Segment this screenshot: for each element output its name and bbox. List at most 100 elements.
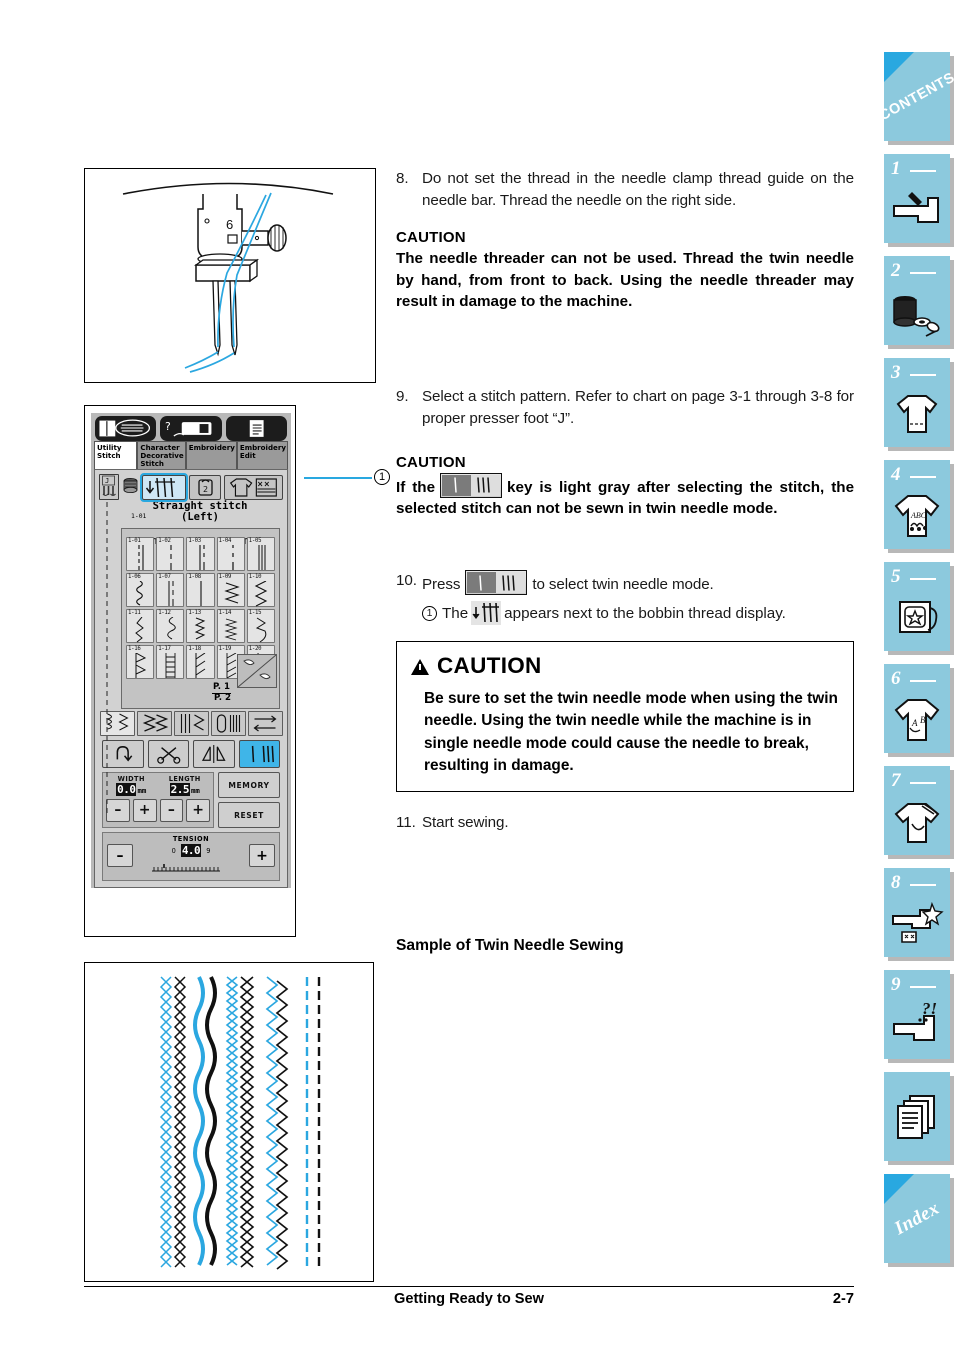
twin-needle-mode-indicator[interactable] <box>140 472 188 502</box>
category-utility-stitch[interactable] <box>100 711 135 737</box>
tab-dash <box>910 578 936 581</box>
stitch-cell-label: 1-15 <box>248 609 262 616</box>
sidebar-tab-8[interactable]: 8 <box>884 868 950 957</box>
tension-plus-button[interactable]: + <box>249 844 275 868</box>
next-page-button[interactable] <box>237 654 277 689</box>
sidebar-tab-3[interactable]: 3 <box>884 358 950 447</box>
stitch-cell[interactable]: 1-06 <box>126 572 155 607</box>
stitch-cell[interactable]: 1-03 <box>186 536 215 571</box>
stitch-glyph <box>199 544 205 570</box>
stitch-cell[interactable]: 1-08 <box>186 572 215 607</box>
width-value-row: 0.0 mm <box>106 783 157 797</box>
lock-key-button[interactable]: 2 <box>189 474 221 500</box>
sidebar-tab-9[interactable]: 9 ?! <box>884 970 950 1059</box>
twin-needle-mode-icon <box>471 601 502 626</box>
garment-preview-button[interactable] <box>224 474 283 500</box>
stitch-cell[interactable]: 1-11 <box>126 608 155 643</box>
stitch-glyph <box>195 617 206 640</box>
stitch-cell-label: 1-14 <box>218 609 232 616</box>
lcd-panel-figure: ? Utility Stitch Character Decorative St… <box>84 405 296 937</box>
stitch-glyph <box>200 580 202 606</box>
reset-button[interactable]: RESET <box>218 802 280 829</box>
sidebar-tab-5[interactable]: 5 <box>884 562 950 651</box>
category-feed[interactable] <box>248 711 283 737</box>
sample-stitch-5 <box>305 977 321 1269</box>
step-8-text: Do not set the thread in the needle clam… <box>422 170 854 210</box>
sidebar-tab-7[interactable]: 7 <box>884 766 950 855</box>
step-10-text-before: Press <box>422 576 461 594</box>
presser-foot-j-icon: J <box>99 474 119 500</box>
manual-book-icon[interactable] <box>95 416 157 441</box>
machine-clean-icon <box>888 892 946 954</box>
caution-8-heading: CAUTION <box>396 229 466 247</box>
tension-value: 4.0 <box>180 844 202 858</box>
stitch-name-line2: (Left) <box>181 511 219 524</box>
step-9-number: 9. <box>396 387 409 405</box>
callout-circle-1: 1 <box>374 469 390 485</box>
stitch-cell[interactable]: 1-16 <box>126 644 155 679</box>
sidebar-tab-contents[interactable]: CONTENTS <box>876 52 954 141</box>
tab-dash <box>910 170 936 173</box>
sidebar-tab-index[interactable]: Index <box>884 1174 950 1263</box>
category-satin[interactable] <box>174 711 209 737</box>
sidebar-tab-appendix[interactable] <box>884 1072 950 1161</box>
stitch-cell[interactable]: 1-13 <box>186 608 215 643</box>
tab-embroidery-edit[interactable]: Embroidery Edit <box>236 441 288 469</box>
stitch-cell[interactable]: 1-18 <box>186 644 215 679</box>
stitch-cell[interactable]: 1-10 <box>246 572 275 607</box>
spiral-binding <box>126 530 275 544</box>
stitch-cell[interactable]: 1-15 <box>246 608 275 643</box>
warning-triangle-icon <box>411 659 429 676</box>
step-10-substep: 1 The appears next to the bobbin thread … <box>396 601 854 626</box>
stitch-cell-label: 1-10 <box>248 573 262 580</box>
category-decorative[interactable] <box>137 711 172 737</box>
tension-minus-button[interactable]: – <box>107 844 133 868</box>
stitch-cell[interactable]: 1-04 <box>216 536 245 571</box>
stitch-cell[interactable]: 1-12 <box>156 608 185 643</box>
category-buttonhole[interactable] <box>211 711 246 737</box>
stitch-name-line1: Straight stitch <box>152 500 248 512</box>
lcd-tool-row <box>102 740 280 769</box>
thread-cutter-button[interactable] <box>147 740 189 769</box>
tab-embroidery[interactable]: Embroidery <box>185 441 237 469</box>
stitch-cell-label: 1-16 <box>128 645 141 652</box>
machine-help-icon[interactable]: ? <box>160 416 222 441</box>
sample-section-heading: Sample of Twin Needle Sewing <box>396 937 624 955</box>
caution-box-title: CAUTION <box>437 653 542 679</box>
stitch-cell[interactable]: 1-01 <box>126 536 155 571</box>
step-11: 11. Start sewing. <box>396 812 854 834</box>
svg-text:B: B <box>920 715 926 725</box>
stitch-cell-label: 1-01 <box>128 537 141 544</box>
width-plus-button[interactable]: + <box>132 798 157 822</box>
stitch-cell[interactable]: 1-17 <box>156 644 185 679</box>
sidebar-tab-2[interactable]: 2 <box>884 256 950 345</box>
sidebar-tab-4[interactable]: 4 ABC <box>884 460 950 549</box>
bobbin-thread-icon <box>122 476 139 498</box>
stitch-cell[interactable]: 1-07 <box>156 572 185 607</box>
stitch-glyph <box>136 580 143 606</box>
settings-list-icon[interactable] <box>225 416 287 441</box>
sidebar-tab-6[interactable]: 6 A B <box>884 664 950 753</box>
shirt-stitch-icon <box>888 382 946 444</box>
length-plus-button[interactable]: + <box>186 798 210 822</box>
width-minus-button[interactable]: – <box>106 798 130 822</box>
stitch-cell[interactable]: 1-05 <box>246 536 275 571</box>
memory-button[interactable]: MEMORY <box>218 772 280 799</box>
sidebar-tab-3-number: 3 <box>891 362 901 383</box>
length-minus-button[interactable]: – <box>159 798 184 822</box>
mirror-image-button[interactable] <box>193 740 235 769</box>
stitch-cell[interactable]: 1-09 <box>216 572 245 607</box>
stitch-cell[interactable]: 1-14 <box>216 608 245 643</box>
stitch-cell-label: 1-08 <box>188 573 201 580</box>
tension-label: TENSION <box>172 835 210 844</box>
stitch-glyph <box>135 652 147 678</box>
tab-utility-stitch[interactable]: Utility Stitch <box>94 441 138 469</box>
step-11-text: Start sewing. <box>422 814 509 832</box>
tab-character-decorative-stitch[interactable]: Character Decorative Stitch <box>137 441 186 469</box>
reverse-stitch-button[interactable] <box>102 740 144 769</box>
sidebar-tab-1[interactable]: 1 <box>884 154 950 243</box>
tab-dash <box>910 374 936 377</box>
stitch-cell[interactable]: 1-02 <box>156 536 185 571</box>
twin-needle-button[interactable] <box>238 740 280 769</box>
width-stepper: – + <box>106 798 157 822</box>
